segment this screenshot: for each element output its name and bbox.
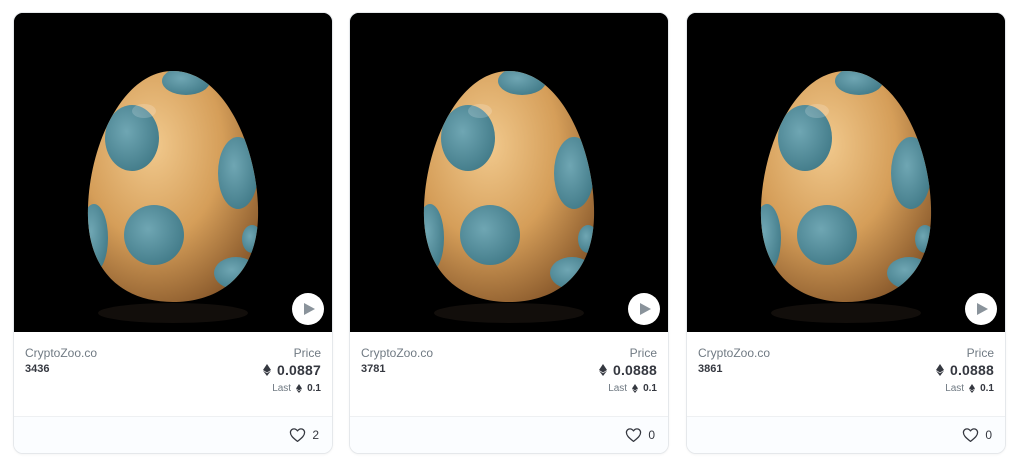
nft-media[interactable]: [350, 13, 668, 332]
card-footer: 0: [350, 416, 668, 453]
last-sale: Last 0.1: [945, 383, 994, 394]
collection-name[interactable]: CryptoZoo.co: [698, 346, 770, 360]
price-label: Price: [293, 346, 321, 360]
last-label: Last: [608, 383, 628, 394]
nft-media[interactable]: [687, 13, 1005, 332]
play-button[interactable]: [292, 293, 324, 325]
play-icon: [977, 303, 988, 315]
card-info: CryptoZoo.co 3436 Price 0.0887 Last 0.1: [14, 332, 332, 416]
collection-name[interactable]: CryptoZoo.co: [361, 346, 433, 360]
last-value: 0.1: [307, 383, 321, 394]
heart-icon: [626, 428, 642, 443]
heart-icon: [290, 428, 306, 443]
favorite-button[interactable]: 0: [962, 427, 992, 443]
price-value: 0.0888: [949, 362, 994, 378]
ethereum-icon: [935, 364, 944, 376]
price-row: 0.0888: [935, 362, 994, 378]
card-footer: 0: [687, 416, 1005, 453]
card-footer: 2: [14, 416, 332, 453]
price-value: 0.0888: [612, 362, 657, 378]
favorite-count: 2: [312, 428, 319, 442]
ethereum-icon: [296, 384, 303, 393]
last-label: Last: [945, 383, 965, 394]
heart-icon: [963, 428, 979, 443]
card-info: CryptoZoo.co 3781 Price 0.0888 Last 0.1: [350, 332, 668, 416]
collection-name[interactable]: CryptoZoo.co: [25, 346, 97, 360]
play-button[interactable]: [628, 293, 660, 325]
price-label: Price: [966, 346, 994, 360]
price-value: 0.0887: [276, 362, 321, 378]
egg-image: [350, 13, 668, 332]
nft-card[interactable]: CryptoZoo.co 3861 Price 0.0888 Last 0.1 …: [686, 12, 1006, 454]
price-row: 0.0888: [598, 362, 657, 378]
ethereum-icon: [262, 364, 271, 376]
nft-card[interactable]: CryptoZoo.co 3781 Price 0.0888 Last 0.1 …: [349, 12, 669, 454]
last-sale: Last 0.1: [608, 383, 657, 394]
token-id: 3781: [361, 363, 386, 375]
nft-media[interactable]: [14, 13, 332, 332]
egg-image: [14, 13, 332, 332]
card-info: CryptoZoo.co 3861 Price 0.0888 Last 0.1: [687, 332, 1005, 416]
favorite-button[interactable]: 0: [625, 427, 655, 443]
last-sale: Last 0.1: [272, 383, 321, 394]
ethereum-icon: [969, 384, 976, 393]
play-icon: [640, 303, 651, 315]
play-button[interactable]: [965, 293, 997, 325]
nft-card[interactable]: CryptoZoo.co 3436 Price 0.0887 Last 0.1 …: [13, 12, 333, 454]
last-label: Last: [272, 383, 292, 394]
play-icon: [304, 303, 315, 315]
token-id: 3436: [25, 363, 50, 375]
favorite-count: 0: [648, 428, 655, 442]
favorite-count: 0: [985, 428, 992, 442]
favorite-button[interactable]: 2: [289, 427, 319, 443]
ethereum-icon: [598, 364, 607, 376]
price-row: 0.0887: [262, 362, 321, 378]
ethereum-icon: [632, 384, 639, 393]
egg-image: [687, 13, 1005, 332]
token-id: 3861: [698, 363, 723, 375]
last-value: 0.1: [980, 383, 994, 394]
price-label: Price: [629, 346, 657, 360]
last-value: 0.1: [643, 383, 657, 394]
